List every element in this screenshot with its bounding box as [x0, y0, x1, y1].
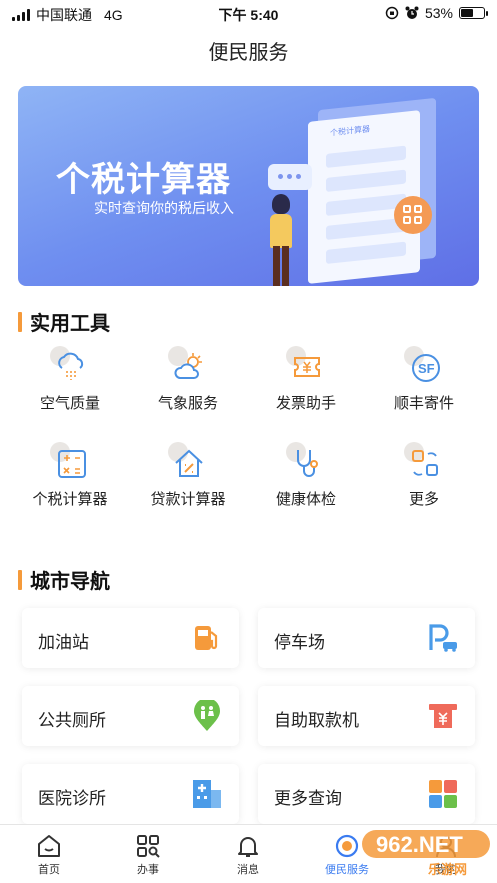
battery-percent: 53% — [424, 5, 453, 21]
document-illustration: 个税计算器 — [308, 110, 420, 284]
banner-subtitle: 实时查询你的税后收入 — [94, 200, 234, 216]
invoice-icon — [294, 357, 320, 377]
tool-sf-express[interactable]: SF 顺丰寄件 — [369, 346, 479, 413]
tool-invoice[interactable]: 发票助手 — [251, 346, 361, 413]
card-label: 医院诊所 — [38, 789, 106, 808]
card-label: 公共厕所 — [38, 711, 106, 730]
tab-label: 消息 — [237, 864, 259, 876]
site-watermark-logo: 962.NET 乐游网 — [362, 826, 490, 880]
grid-search-icon — [137, 835, 160, 858]
tool-air-quality[interactable]: 空气质量 — [15, 346, 125, 413]
air-quality-icon — [58, 352, 84, 380]
tool-tax-calculator[interactable]: 个税计算器 — [15, 442, 125, 509]
tools-section-heading: 实用工具 — [18, 307, 110, 336]
person-illustration — [272, 194, 290, 214]
status-bar: 中国联通 4G 下午 5:40 53% — [0, 0, 497, 26]
svg-text:SF: SF — [418, 361, 435, 376]
gas-station-icon — [195, 626, 218, 650]
city-card-restroom[interactable]: 公共厕所 — [22, 686, 239, 746]
home-icon — [38, 835, 60, 857]
tool-label: 发票助手 — [275, 395, 336, 412]
tab-label: 首页 — [38, 864, 60, 876]
tool-label: 顺丰寄件 — [393, 395, 454, 412]
card-label: 自助取款机 — [274, 711, 359, 730]
card-label: 更多查询 — [274, 789, 342, 808]
calculator-badge-icon — [394, 196, 432, 234]
stethoscope-icon — [297, 450, 318, 477]
atm-icon — [429, 704, 457, 728]
city-card-more-query[interactable]: 更多查询 — [258, 764, 475, 824]
weather-icon — [174, 353, 202, 379]
tool-label: 空气质量 — [39, 395, 100, 412]
alarm-icon — [405, 6, 419, 19]
promo-banner[interactable]: 个税计算器 个税计算器 实时查询你的税后收入 — [18, 86, 479, 286]
tool-label: 贷款计算器 — [150, 491, 226, 508]
tools-heading: 实用工具 — [30, 313, 110, 335]
sf-express-icon: SF — [412, 354, 440, 382]
tool-label: 健康体检 — [275, 491, 336, 508]
tab-affairs[interactable]: 办事 — [108, 833, 188, 877]
more-query-icon — [429, 780, 457, 808]
bell-icon — [238, 837, 258, 857]
calculator-icon — [58, 450, 86, 478]
tab-home[interactable]: 首页 — [9, 833, 89, 877]
card-label: 加油站 — [38, 633, 89, 652]
restroom-icon — [194, 700, 220, 731]
city-nav-heading: 城市导航 — [30, 571, 110, 593]
city-card-gas-station[interactable]: 加油站 — [22, 608, 239, 668]
more-grid-icon — [412, 450, 438, 476]
tool-label: 更多 — [408, 491, 439, 508]
page-title: 便民服务 — [208, 42, 289, 64]
banner-title: 个税计算器 — [56, 161, 231, 199]
battery-icon — [459, 7, 488, 19]
tool-label: 个税计算器 — [32, 491, 108, 508]
city-card-atm[interactable]: 自助取款机 — [258, 686, 475, 746]
tool-more[interactable]: 更多 — [369, 442, 479, 509]
city-card-parking[interactable]: 停车场 — [258, 608, 475, 668]
tool-label: 气象服务 — [157, 395, 218, 412]
city-nav-section-heading: 城市导航 — [18, 565, 110, 594]
watermark-subtext: 乐游网 — [428, 862, 467, 877]
tab-label: 办事 — [137, 864, 159, 876]
service-icon — [335, 834, 359, 858]
parking-icon — [429, 624, 457, 652]
tool-weather[interactable]: 气象服务 — [133, 346, 243, 413]
tool-loan-calculator[interactable]: 贷款计算器 — [133, 442, 243, 509]
loan-calculator-icon — [175, 449, 203, 477]
card-label: 停车场 — [274, 633, 325, 652]
tab-messages[interactable]: 消息 — [208, 833, 288, 877]
watermark-text: 962.NET — [376, 832, 463, 857]
tool-health-check[interactable]: 健康体检 — [251, 442, 361, 509]
hospital-icon — [193, 780, 221, 808]
rotation-lock-icon — [385, 6, 399, 20]
document-title: 个税计算器 — [330, 124, 370, 138]
chat-bubble-icon — [268, 164, 312, 190]
city-card-hospital[interactable]: 医院诊所 — [22, 764, 239, 824]
